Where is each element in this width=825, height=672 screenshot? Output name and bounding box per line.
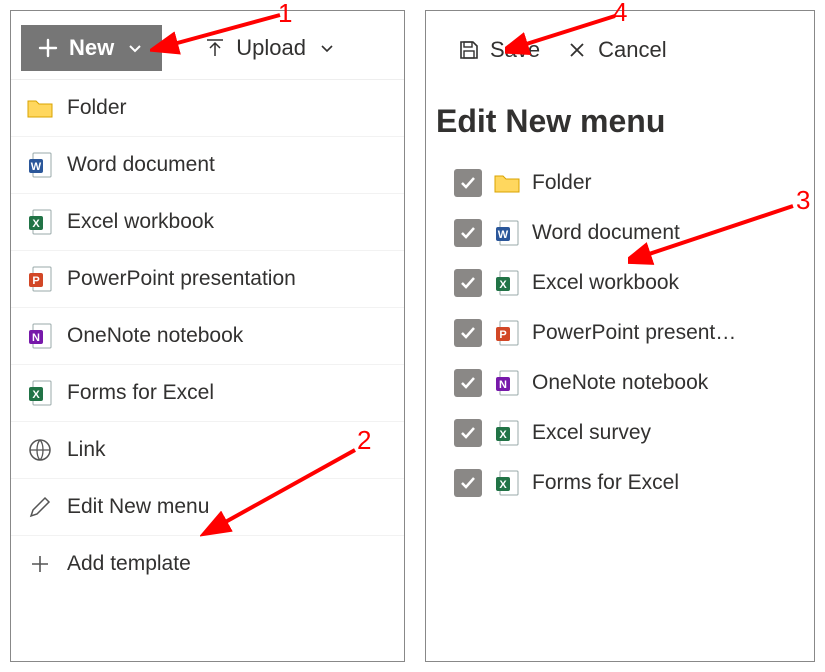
- check-item-label: PowerPoint presentation: [532, 321, 737, 345]
- annotation-number-2: 2: [357, 425, 371, 456]
- plus-icon: [35, 35, 61, 61]
- check-item-label: Excel workbook: [532, 271, 679, 295]
- close-icon: [564, 37, 590, 63]
- checkbox-checked-icon[interactable]: [454, 269, 482, 297]
- save-button-label: Save: [490, 37, 540, 63]
- svg-text:P: P: [499, 329, 506, 341]
- menu-item-label: OneNote notebook: [67, 324, 243, 348]
- folder-icon: [494, 170, 520, 196]
- menu-item-label: Edit New menu: [67, 495, 209, 519]
- chevron-down-icon: [314, 35, 340, 61]
- svg-text:N: N: [32, 332, 40, 344]
- check-item-label: Word document: [532, 221, 680, 245]
- check-item-label: Folder: [532, 171, 592, 195]
- annotation-number-4: 4: [613, 0, 627, 28]
- excel-icon: X: [27, 380, 53, 406]
- checkbox-checked-icon[interactable]: [454, 369, 482, 397]
- new-menu: Folder W Word document X Excel workbook …: [11, 79, 404, 592]
- check-item-label: Forms for Excel: [532, 471, 679, 495]
- menu-item-label: Forms for Excel: [67, 381, 214, 405]
- edit-menu-list: Folder W Word document X Excel workbook …: [426, 158, 814, 518]
- toolbar: New Upload: [11, 11, 404, 79]
- menu-item-label: Link: [67, 438, 106, 462]
- check-item-excel-survey[interactable]: X Excel survey: [454, 408, 794, 458]
- menu-item-add-template[interactable]: Add template: [11, 536, 404, 592]
- menu-item-label: PowerPoint presentation: [67, 267, 296, 291]
- checkbox-checked-icon[interactable]: [454, 219, 482, 247]
- new-button-label: New: [69, 35, 114, 61]
- menu-item-edit-new-menu[interactable]: Edit New menu: [11, 479, 404, 536]
- check-item-folder[interactable]: Folder: [454, 158, 794, 208]
- menu-item-label: Word document: [67, 153, 215, 177]
- menu-item-label: Excel workbook: [67, 210, 214, 234]
- left-panel: New Upload Folder W Word document X Exce…: [10, 10, 405, 662]
- excel-icon: X: [27, 209, 53, 235]
- onenote-icon: N: [494, 370, 520, 396]
- svg-text:X: X: [32, 218, 40, 230]
- check-item-label: Excel survey: [532, 421, 651, 445]
- powerpoint-icon: P: [27, 266, 53, 292]
- menu-item-forms-excel[interactable]: X Forms for Excel: [11, 365, 404, 422]
- globe-icon: [27, 437, 53, 463]
- svg-text:W: W: [498, 229, 509, 241]
- svg-text:X: X: [499, 479, 507, 491]
- excel-icon: X: [494, 420, 520, 446]
- menu-item-label: Folder: [67, 96, 127, 120]
- upload-icon: [202, 35, 228, 61]
- menu-item-onenote[interactable]: N OneNote notebook: [11, 308, 404, 365]
- menu-item-powerpoint[interactable]: P PowerPoint presentation: [11, 251, 404, 308]
- save-icon: [456, 37, 482, 63]
- svg-text:X: X: [499, 429, 507, 441]
- svg-text:W: W: [31, 161, 42, 173]
- svg-text:P: P: [32, 275, 39, 287]
- checkbox-checked-icon[interactable]: [454, 169, 482, 197]
- svg-text:X: X: [499, 279, 507, 291]
- check-item-excel[interactable]: X Excel workbook: [454, 258, 794, 308]
- svg-text:N: N: [499, 379, 507, 391]
- upload-button-label: Upload: [236, 35, 306, 61]
- word-icon: W: [27, 152, 53, 178]
- menu-item-label: Add template: [67, 552, 191, 576]
- word-icon: W: [494, 220, 520, 246]
- check-item-label: OneNote notebook: [532, 371, 708, 395]
- page-title: Edit New menu: [426, 73, 814, 158]
- check-item-forms-excel[interactable]: X Forms for Excel: [454, 458, 794, 508]
- excel-icon: X: [494, 470, 520, 496]
- plus-icon: [27, 551, 53, 577]
- onenote-icon: N: [27, 323, 53, 349]
- pencil-icon: [27, 494, 53, 520]
- chevron-down-icon: [122, 35, 148, 61]
- check-item-onenote[interactable]: N OneNote notebook: [454, 358, 794, 408]
- checkbox-checked-icon[interactable]: [454, 419, 482, 447]
- powerpoint-icon: P: [494, 320, 520, 346]
- annotation-number-3: 3: [796, 185, 810, 216]
- menu-item-link[interactable]: Link: [11, 422, 404, 479]
- check-item-word[interactable]: W Word document: [454, 208, 794, 258]
- menu-item-excel[interactable]: X Excel workbook: [11, 194, 404, 251]
- annotation-number-1: 1: [278, 0, 292, 29]
- cancel-button-label: Cancel: [598, 37, 666, 63]
- checkbox-checked-icon[interactable]: [454, 319, 482, 347]
- excel-icon: X: [494, 270, 520, 296]
- menu-item-folder[interactable]: Folder: [11, 80, 404, 137]
- right-panel: Save Cancel Edit New menu Folder W Word …: [425, 10, 815, 662]
- check-item-powerpoint[interactable]: P PowerPoint presentation: [454, 308, 794, 358]
- svg-text:X: X: [32, 389, 40, 401]
- upload-button[interactable]: Upload: [202, 35, 340, 61]
- save-button[interactable]: Save: [456, 37, 540, 63]
- checkbox-checked-icon[interactable]: [454, 469, 482, 497]
- cancel-button[interactable]: Cancel: [564, 37, 666, 63]
- new-button[interactable]: New: [21, 25, 162, 71]
- folder-icon: [27, 95, 53, 121]
- menu-item-word[interactable]: W Word document: [11, 137, 404, 194]
